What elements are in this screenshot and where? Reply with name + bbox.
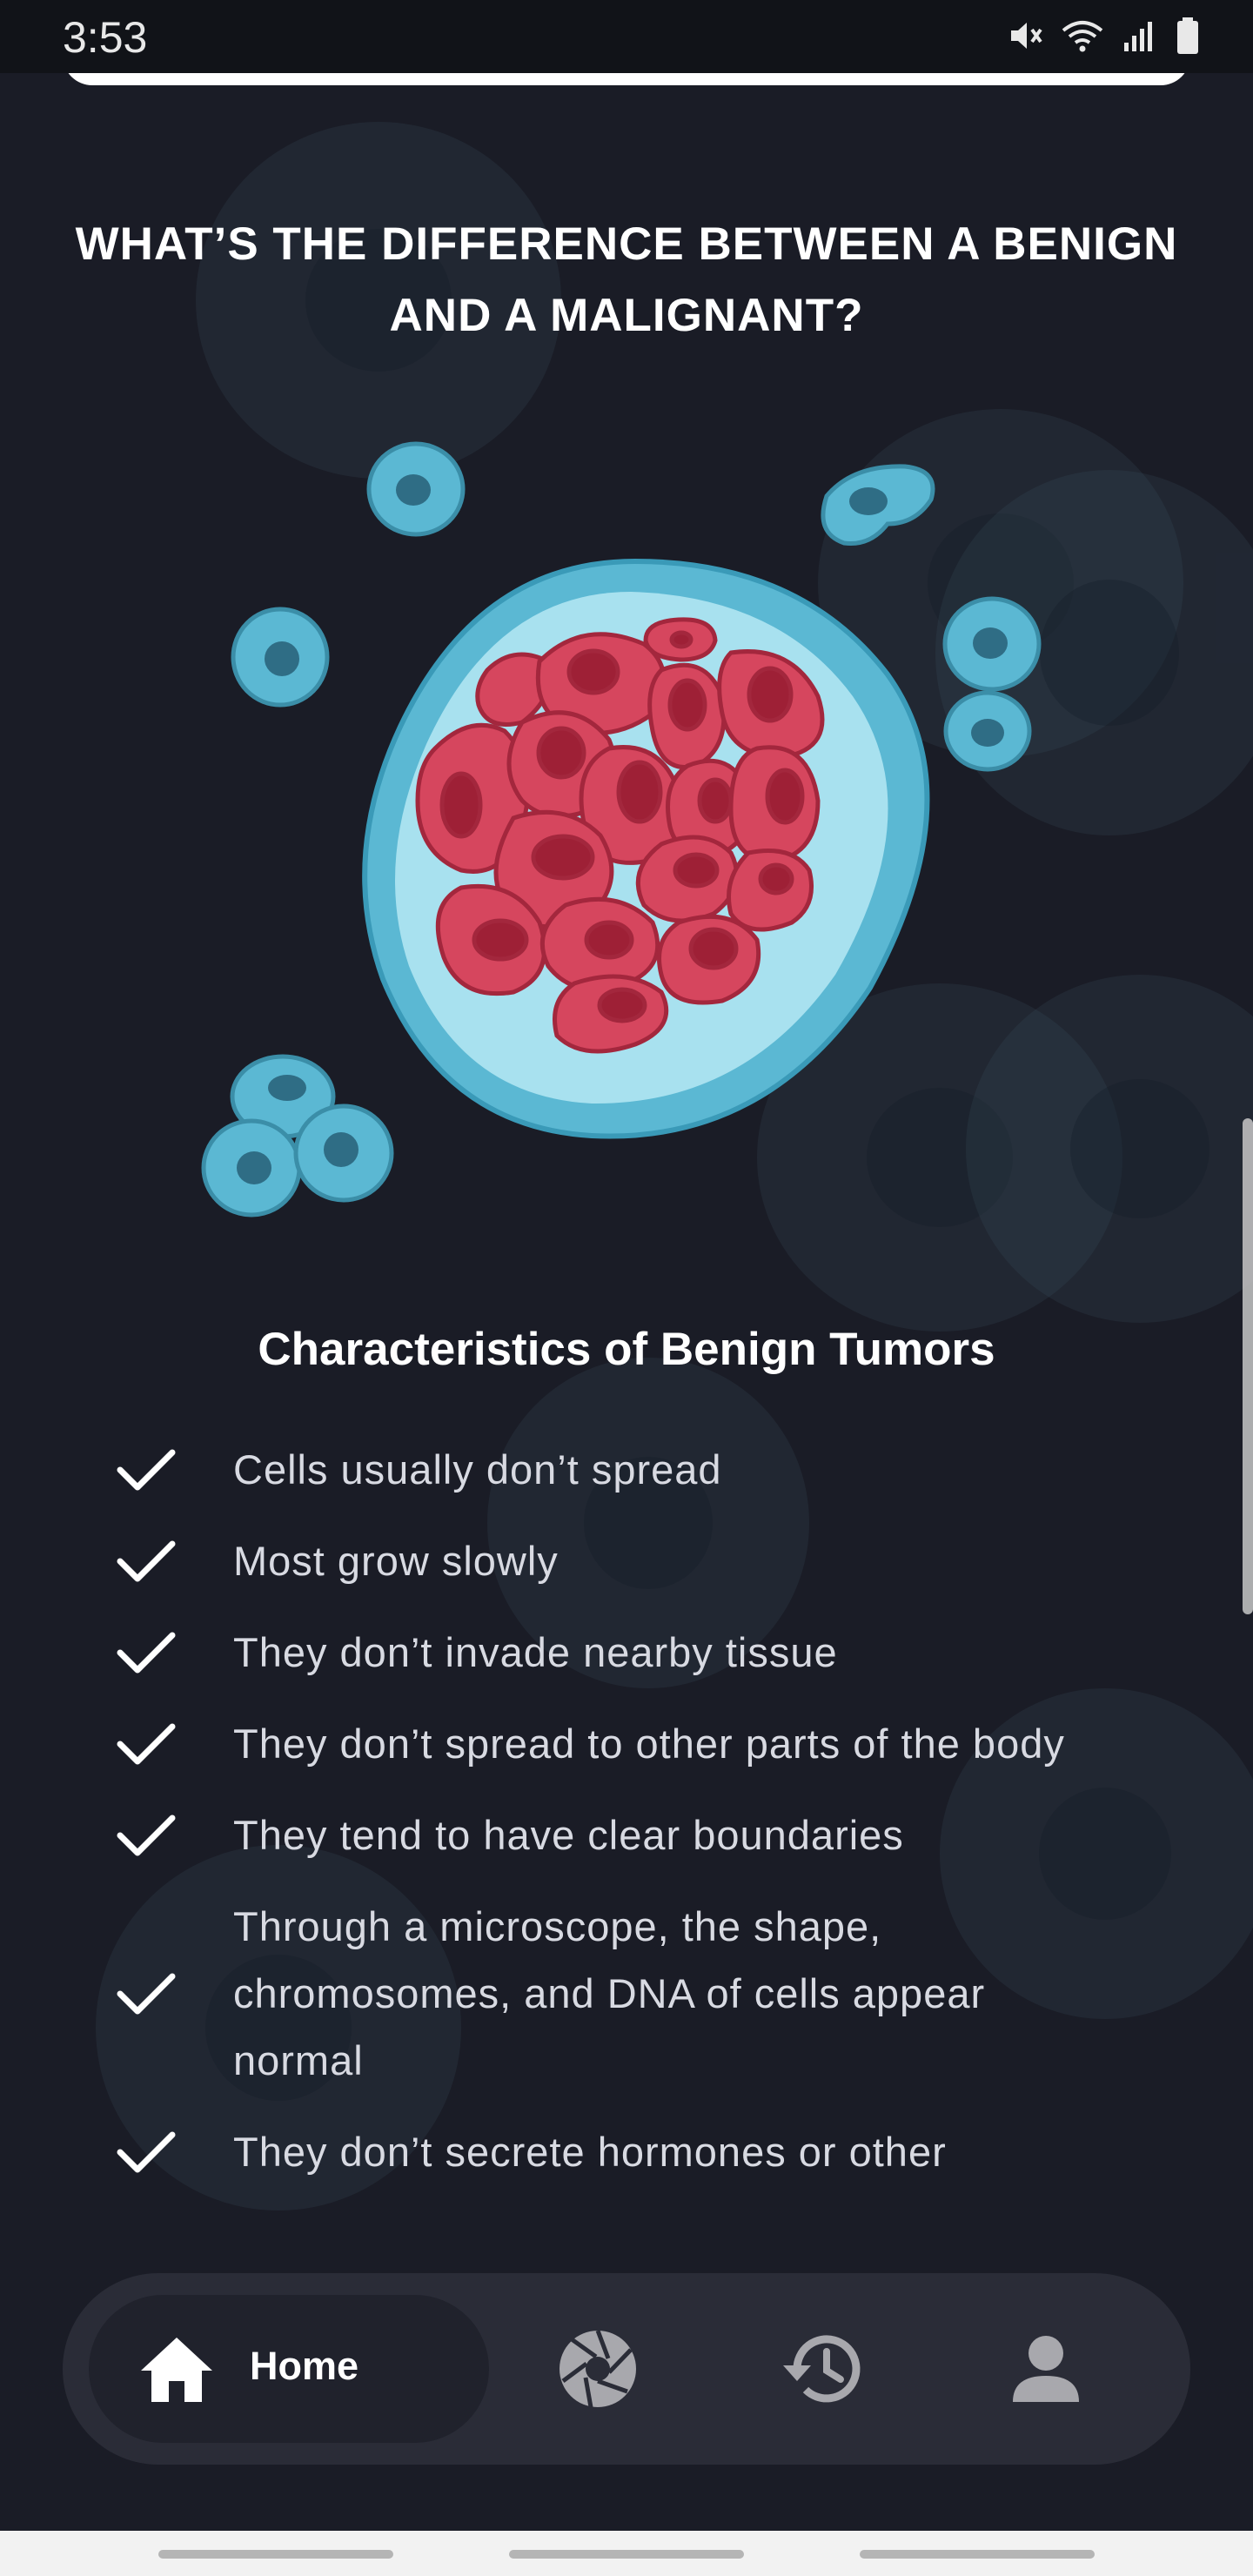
home-icon <box>141 2338 212 2402</box>
nav-home-label: Home <box>250 2344 359 2388</box>
mute-icon <box>1011 23 1042 49</box>
list-item-text: They don’t spread to other parts of the … <box>233 1721 1065 1767</box>
nav-history-button[interactable] <box>772 2321 868 2417</box>
check-icon <box>117 1449 176 1490</box>
profile-icon <box>1013 2336 1079 2402</box>
list-item-text: They don’t secrete hormones or other <box>233 2129 947 2175</box>
list-item-text: They don’t invade nearby tissue <box>233 1629 838 1675</box>
list-item-text: Most grow slowly <box>233 1538 559 1584</box>
healthy-cell <box>201 1118 302 1218</box>
characteristics-list: Cells usually don’t spread Most grow slo… <box>113 1436 1114 2210</box>
system-back-handle[interactable] <box>860 2550 1095 2559</box>
list-item: Most grow slowly <box>113 1527 1114 1594</box>
healthy-cell <box>821 464 935 547</box>
system-recents-handle[interactable] <box>158 2550 393 2559</box>
system-home-handle[interactable] <box>509 2550 744 2559</box>
battery-icon <box>1177 17 1198 54</box>
list-item: Cells usually don’t spread <box>113 1436 1114 1503</box>
check-icon <box>117 1723 176 1764</box>
content-area: WHAT’S THE DIFFERENCE BETWEEN A BENIGN A… <box>0 0 1253 2210</box>
list-item-text: They tend to have clear boundaries <box>233 1812 904 1858</box>
healthy-cell <box>366 441 466 537</box>
status-bar: 3:53 <box>0 0 1253 73</box>
list-item-text: Cells usually don’t spread <box>233 1446 722 1493</box>
wifi-icon <box>1062 21 1103 52</box>
scrollbar-thumb[interactable] <box>1243 1118 1253 1614</box>
history-icon <box>783 2335 861 2403</box>
section-title: Characteristics of Benign Tumors <box>258 1324 995 1375</box>
healthy-cell <box>293 1104 394 1203</box>
list-item-text: Through a microscope, the shape, chromos… <box>233 1903 986 2083</box>
list-item: They don’t spread to other parts of the … <box>113 1710 1114 1777</box>
list-item: They don’t secrete hormones or other <box>113 2118 1114 2185</box>
nav-camera-button[interactable] <box>550 2321 646 2417</box>
nav-profile-button[interactable] <box>998 2321 1094 2417</box>
status-time: 3:53 <box>63 13 148 62</box>
nav-home-button[interactable]: Home <box>89 2295 489 2443</box>
check-icon <box>117 1540 176 1581</box>
check-icon <box>117 1815 176 1855</box>
list-item: They don’t invade nearby tissue <box>113 1619 1114 1686</box>
check-icon <box>117 1632 176 1673</box>
healthy-cell <box>942 596 1042 692</box>
camera-aperture-icon <box>559 2330 636 2408</box>
page-title: WHAT’S THE DIFFERENCE BETWEEN A BENIGN A… <box>75 218 1178 341</box>
list-item: Through a microscope, the shape, chromos… <box>113 1893 1114 2094</box>
status-icons <box>1006 16 1201 56</box>
healthy-cell <box>231 607 330 708</box>
bottom-navigation: Home <box>63 2273 1190 2465</box>
system-navigation-bar <box>0 2531 1253 2576</box>
healthy-cell <box>943 690 1032 772</box>
tumor-illustration <box>201 441 1042 1218</box>
list-item: They tend to have clear boundaries <box>113 1801 1114 1868</box>
check-icon <box>117 1973 176 2014</box>
signal-icon <box>1124 22 1152 51</box>
check-icon <box>117 2131 176 2172</box>
